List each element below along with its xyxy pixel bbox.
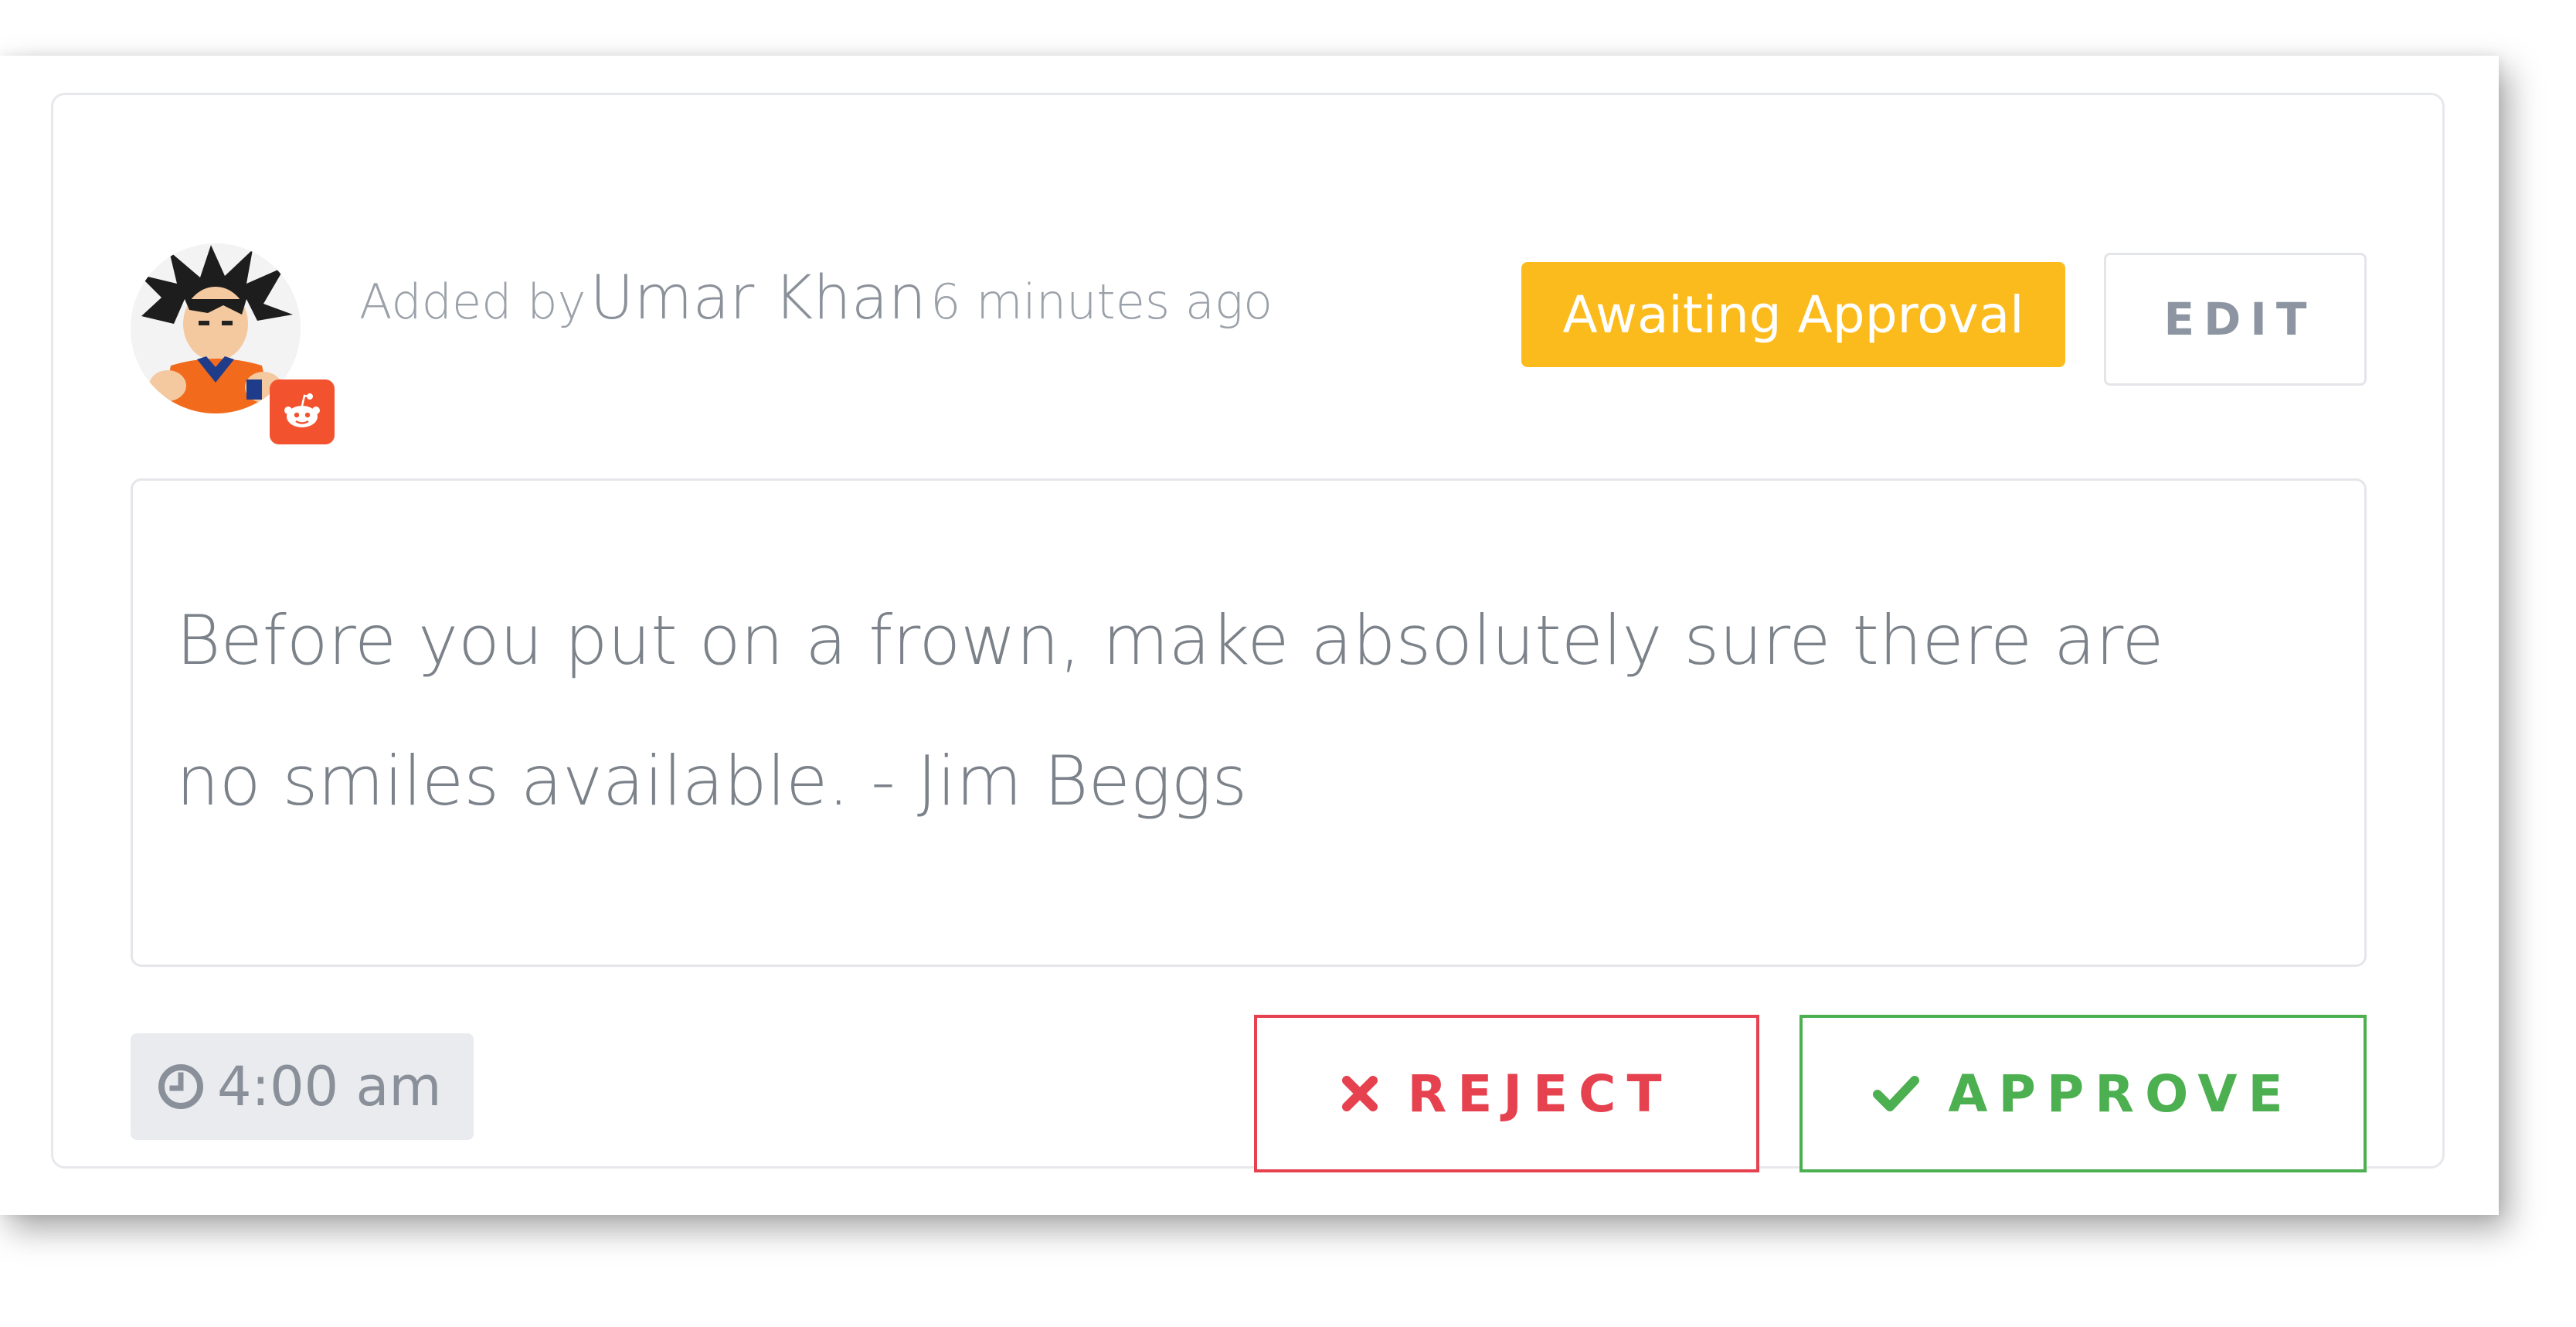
stage: Added by Umar Khan 6 minutes ago Awaitin…: [0, 0, 2576, 1327]
post-meta: Added by Umar Khan 6 minutes ago: [359, 264, 1273, 333]
added-by-label: Added by: [359, 274, 586, 330]
reddit-icon: [270, 379, 335, 444]
times-icon: [1341, 1074, 1379, 1113]
approve-button[interactable]: APPROVE: [1799, 1015, 2367, 1172]
check-icon: [1872, 1074, 1920, 1113]
author-name[interactable]: Umar Khan: [590, 264, 926, 333]
reject-label: REJECT: [1407, 1063, 1673, 1124]
approve-label: APPROVE: [1948, 1063, 2294, 1124]
scheduled-time-chip: 4:00 am: [131, 1033, 474, 1140]
time-ago: 6 minutes ago: [930, 274, 1273, 330]
post-panel: Added by Umar Khan 6 minutes ago Awaitin…: [0, 56, 2499, 1215]
reject-button[interactable]: REJECT: [1254, 1015, 1759, 1172]
edit-button[interactable]: EDIT: [2104, 253, 2367, 386]
post-content: Before you put on a frown, make absolute…: [176, 601, 2164, 821]
post-card: Added by Umar Khan 6 minutes ago Awaitin…: [51, 93, 2445, 1172]
scheduled-time: 4:00 am: [217, 1055, 442, 1118]
post-content-box: Before you put on a frown, make absolute…: [131, 478, 2367, 967]
status-badge: Awaiting Approval: [1521, 262, 2065, 367]
clock-icon: [158, 1064, 203, 1109]
